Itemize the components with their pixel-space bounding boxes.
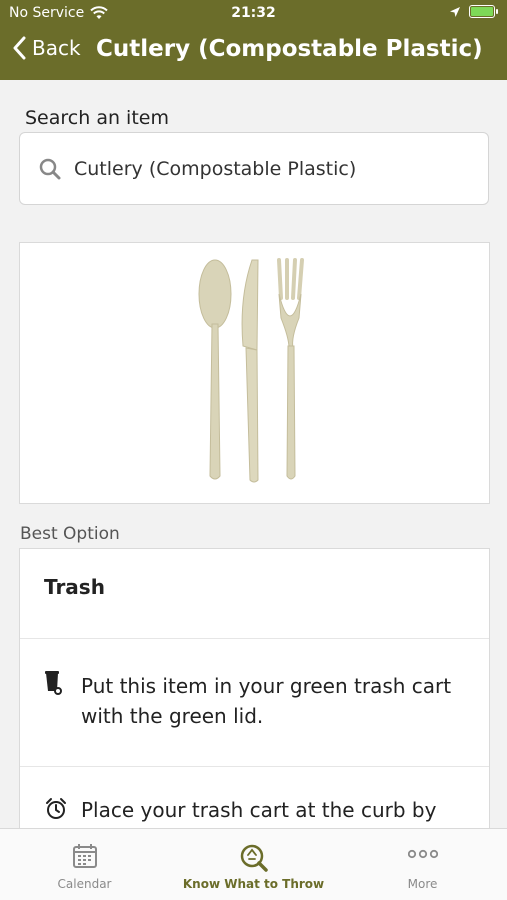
status-time: 21:32: [231, 5, 276, 21]
instruction-row: Place your trash cart at the curb by: [20, 767, 489, 828]
tab-label: Know What to Throw: [182, 877, 325, 891]
location-arrow-icon: [450, 6, 460, 17]
header: No Service 21:32 Back Cutlery (Compostab…: [0, 0, 507, 80]
chevron-left-icon: [13, 36, 26, 60]
instruction-line-1: Place your trash cart at the curb by: [81, 798, 437, 822]
battery-icon: [469, 5, 498, 18]
search-field[interactable]: [19, 132, 489, 205]
option-title: Trash: [44, 575, 105, 599]
calendar-icon: [72, 844, 97, 868]
instruction-row: Put this item in your green trash cart w…: [20, 639, 489, 767]
instruction-line-1: Put this item in your green trash cart: [81, 674, 452, 698]
status-right: [449, 5, 498, 18]
best-option-card: Trash Put this item in your green trash …: [19, 548, 490, 828]
trash-cart-icon: [45, 671, 62, 695]
best-option-label: Best Option: [20, 524, 120, 544]
option-header-row: Trash: [20, 549, 489, 639]
instruction-text: Place your trash cart at the curb by: [81, 795, 436, 825]
main-content[interactable]: Search an item Best Option Trash: [0, 80, 507, 828]
search-recycle-icon: [240, 844, 268, 872]
instruction-text: Put this item in your green trash cart w…: [81, 671, 451, 731]
search-input[interactable]: [74, 157, 464, 180]
tab-bar: Calendar Know What to Throw More: [0, 828, 507, 900]
status-bar: No Service 21:32: [0, 0, 507, 28]
back-label: Back: [32, 36, 81, 60]
instruction-line-2: with the green lid.: [81, 704, 264, 728]
alarm-clock-icon: [46, 798, 66, 819]
tab-calendar[interactable]: Calendar: [0, 829, 169, 900]
back-button[interactable]: Back: [12, 36, 81, 60]
tab-know-what-to-throw[interactable]: Know What to Throw: [169, 829, 338, 900]
search-label: Search an item: [25, 107, 169, 129]
page-title: Cutlery (Compostable Plastic): [96, 36, 483, 62]
item-image: [19, 242, 490, 504]
navigation-bar: Back Cutlery (Compostable Plastic): [0, 30, 507, 76]
more-dots-icon: [407, 849, 438, 859]
tab-label: More: [407, 877, 438, 891]
tab-label: Calendar: [57, 877, 112, 891]
cutlery-illustration: [198, 258, 304, 483]
tab-more[interactable]: More: [338, 829, 507, 900]
search-icon: [39, 158, 61, 179]
